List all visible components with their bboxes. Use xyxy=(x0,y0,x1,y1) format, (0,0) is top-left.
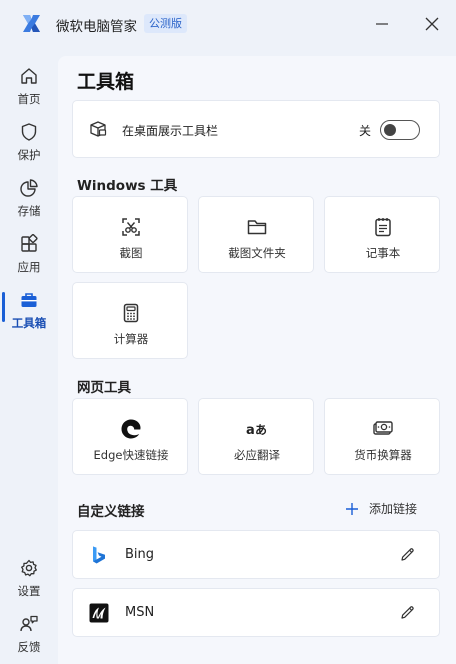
toggle-knob xyxy=(384,123,396,136)
gear-icon xyxy=(21,559,37,577)
sidebar-item-home[interactable]: 首页 xyxy=(0,62,58,112)
sidebar: 首页 保护 存储 应用 工具箱 设置 反馈 xyxy=(0,48,58,664)
currency-icon xyxy=(373,421,393,435)
desktop-toolbar-toggle[interactable] xyxy=(380,120,420,140)
minimize-icon xyxy=(376,23,388,25)
bing-translate-tile[interactable]: a あ 必应翻译 xyxy=(198,398,314,475)
calculator-icon xyxy=(123,303,139,323)
tile-label: 截图 xyxy=(119,246,143,260)
toolbox-icon xyxy=(21,293,37,307)
sidebar-item-toolbox[interactable]: 工具箱 xyxy=(0,286,58,336)
pencil-edit-icon[interactable] xyxy=(400,547,415,562)
close-icon xyxy=(425,17,439,31)
beta-badge: 公测版 xyxy=(144,14,187,33)
toggle-state-label: 关 xyxy=(359,124,372,138)
apps-grid-icon xyxy=(21,234,38,252)
plus-icon xyxy=(346,502,358,515)
tile-label: 货币换算器 xyxy=(354,448,412,462)
screenshot-icon xyxy=(122,218,140,236)
sidebar-item-label: 保护 xyxy=(17,148,41,162)
link-label: Bing xyxy=(125,547,155,562)
add-link-label: 添加链接 xyxy=(369,502,418,516)
sidebar-item-label: 应用 xyxy=(17,260,41,274)
screenshot-tile[interactable]: 截图 xyxy=(72,196,188,273)
svg-text:あ: あ xyxy=(255,423,267,437)
link-card-bing[interactable]: Bing xyxy=(72,530,440,579)
link-card-msn[interactable]: MSN xyxy=(72,588,440,637)
calculator-tile[interactable]: 计算器 xyxy=(72,282,188,359)
desktop-toolbar-card: 在桌面展示工具栏 关 xyxy=(72,100,440,158)
tile-label: 计算器 xyxy=(113,332,149,346)
msn-icon xyxy=(89,603,109,623)
currency-converter-tile[interactable]: 货币换算器 xyxy=(324,398,440,475)
windows-tools-heading: Windows 工具 xyxy=(77,178,178,194)
desktop-toolbar-label: 在桌面展示工具栏 xyxy=(122,124,219,138)
pencil-edit-icon[interactable] xyxy=(400,605,415,620)
folder-icon xyxy=(247,220,267,235)
sidebar-item-label: 反馈 xyxy=(17,640,41,654)
sidebar-item-apps[interactable]: 应用 xyxy=(0,230,58,280)
screenshot-folder-tile[interactable]: 截图文件夹 xyxy=(198,196,314,273)
notepad-icon xyxy=(375,218,391,237)
link-label: MSN xyxy=(125,605,155,620)
title-bar: 微软电脑管家 公测版 xyxy=(0,0,456,48)
tile-label: Edge快速链接 xyxy=(93,448,169,462)
custom-links-heading: 自定义链接 xyxy=(77,504,145,520)
page-title: 工具箱 xyxy=(77,71,135,93)
main-content: 工具箱 在桌面展示工具栏 关 Windows 工具 截图 截图文件夹 记事本 计… xyxy=(58,56,456,664)
close-button[interactable] xyxy=(422,14,442,34)
home-icon xyxy=(21,68,37,84)
sidebar-item-protect[interactable]: 保护 xyxy=(0,118,58,168)
sidebar-item-settings[interactable]: 设置 xyxy=(0,554,58,604)
minimize-button[interactable] xyxy=(372,14,392,34)
bing-icon xyxy=(93,546,105,564)
shield-icon xyxy=(21,123,37,141)
translate-icon: a あ xyxy=(246,423,267,438)
sidebar-item-label: 设置 xyxy=(17,584,41,598)
edge-icon xyxy=(121,419,141,439)
feedback-icon xyxy=(20,615,38,632)
web-tools-heading: 网页工具 xyxy=(77,380,131,396)
svg-text:a: a xyxy=(246,423,255,438)
sidebar-item-label: 存储 xyxy=(17,204,41,218)
notepad-tile[interactable]: 记事本 xyxy=(324,196,440,273)
sidebar-item-feedback[interactable]: 反馈 xyxy=(0,610,58,660)
add-link-button[interactable]: 添加链接 xyxy=(345,500,417,517)
tile-label: 截图文件夹 xyxy=(228,246,286,260)
sidebar-item-label: 工具箱 xyxy=(11,316,47,330)
sidebar-item-storage[interactable]: 存储 xyxy=(0,174,58,224)
tile-label: 必应翻译 xyxy=(234,448,280,462)
tile-label: 记事本 xyxy=(365,246,401,260)
edge-quicklinks-tile[interactable]: Edge快速链接 xyxy=(72,398,188,475)
desktop-toolbox-icon xyxy=(90,121,107,137)
app-logo-icon xyxy=(23,15,40,32)
pie-chart-icon xyxy=(20,179,38,197)
app-title: 微软电脑管家 xyxy=(56,19,137,35)
sidebar-item-label: 首页 xyxy=(17,92,41,106)
